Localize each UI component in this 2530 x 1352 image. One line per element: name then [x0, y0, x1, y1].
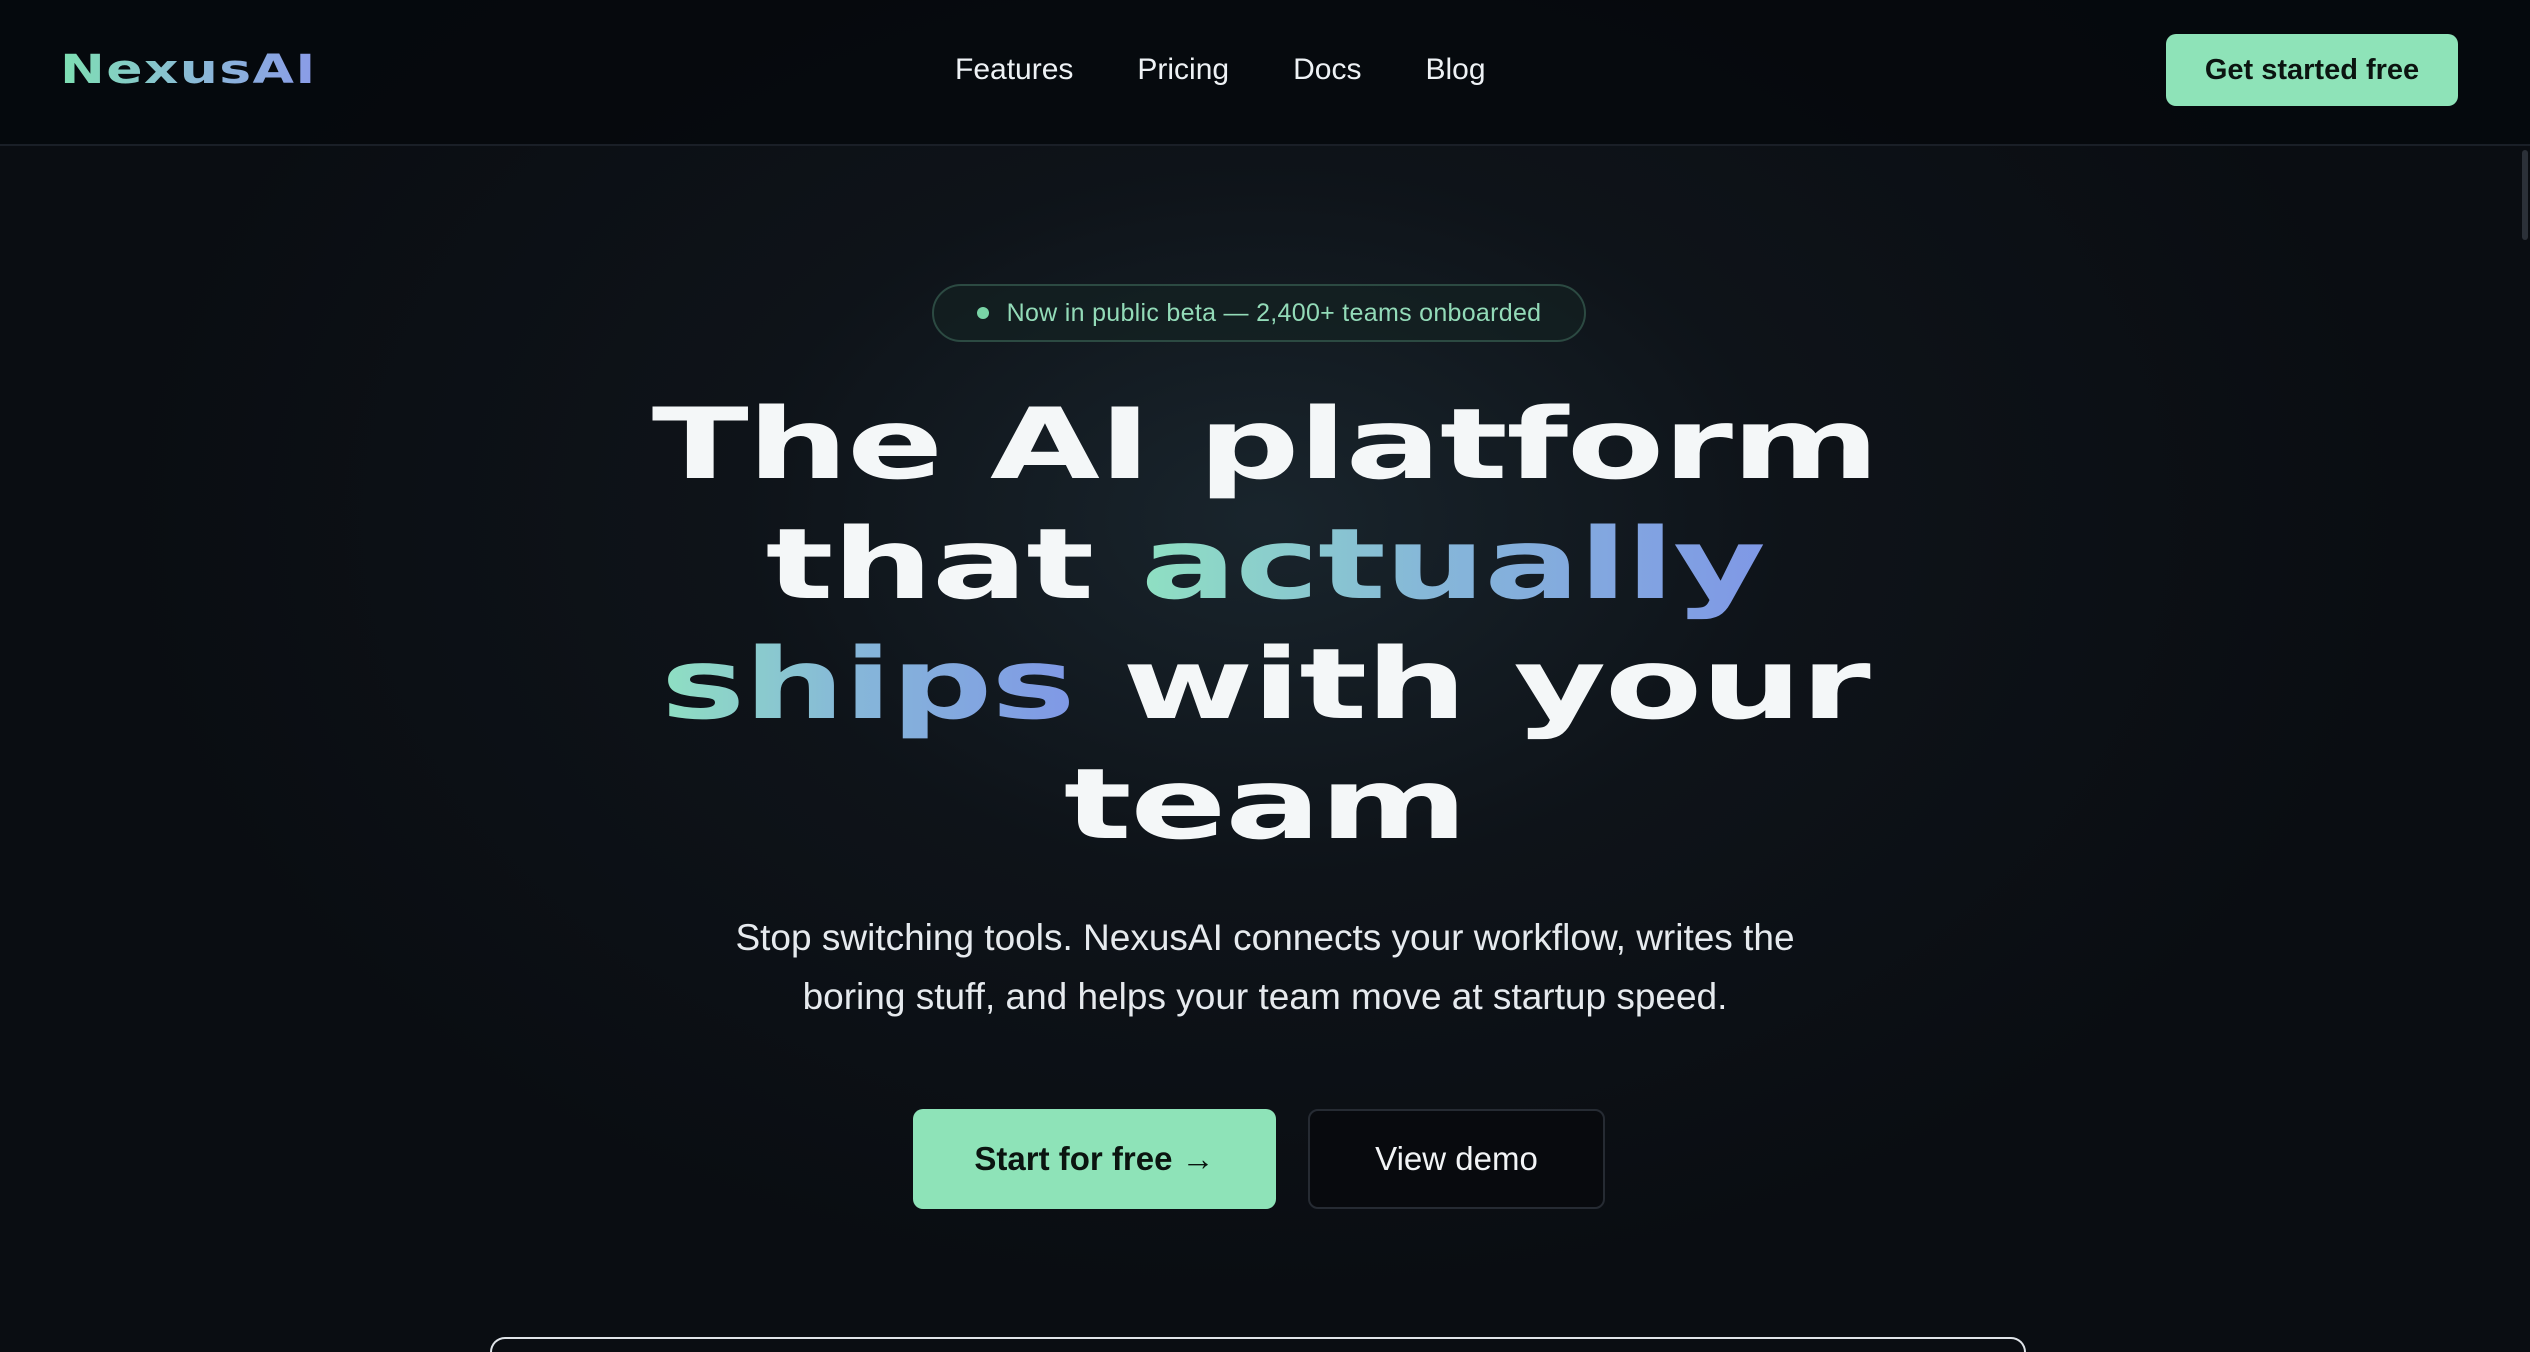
- headline-highlight: actually: [1140, 508, 1766, 622]
- headline-line-2: that actually: [0, 505, 2530, 625]
- headline-text: with your: [1074, 628, 1870, 742]
- status-dot-icon: [976, 307, 989, 319]
- scrollbar-thumb[interactable]: [2522, 150, 2528, 240]
- nav-link-pricing[interactable]: Pricing: [1137, 53, 1229, 87]
- headline-text: that: [765, 508, 1141, 622]
- badge-text: Now in public beta — 2,400+ teams onboar…: [1006, 298, 1542, 327]
- hero-subtext: Stop switching tools. NexusAI connects y…: [665, 908, 1865, 1026]
- view-demo-button[interactable]: View demo: [1308, 1109, 1605, 1209]
- beta-badge: Now in public beta — 2,400+ teams onboar…: [932, 284, 1586, 342]
- headline-text: team: [1063, 748, 1468, 862]
- headline-text: The AI platform: [651, 388, 1880, 502]
- subtext-line-1: Stop switching tools. NexusAI connects y…: [735, 917, 1795, 958]
- product-preview-card: [490, 1337, 2026, 1352]
- top-navbar: NexusAI Features Pricing Docs Blog Get s…: [0, 0, 2530, 146]
- headline-line-3: ships with your: [0, 625, 2530, 745]
- hero-headline: The AI platform that actually ships with…: [265, 385, 2265, 865]
- start-for-free-button[interactable]: Start for free →: [913, 1109, 1276, 1209]
- headline-highlight: ships: [660, 628, 1076, 742]
- subtext-line-2: boring stuff, and helps your team move a…: [802, 976, 1728, 1017]
- nav-link-docs[interactable]: Docs: [1293, 53, 1361, 87]
- get-started-button[interactable]: Get started free: [2166, 34, 2458, 106]
- headline-line-1: The AI platform: [0, 385, 2530, 505]
- nav-link-blog[interactable]: Blog: [1425, 53, 1485, 87]
- logo[interactable]: NexusAI: [60, 38, 317, 102]
- nav-links: Features Pricing Docs Blog: [955, 42, 1486, 98]
- nav-link-features[interactable]: Features: [955, 53, 1073, 87]
- headline-line-4: team: [0, 745, 2530, 865]
